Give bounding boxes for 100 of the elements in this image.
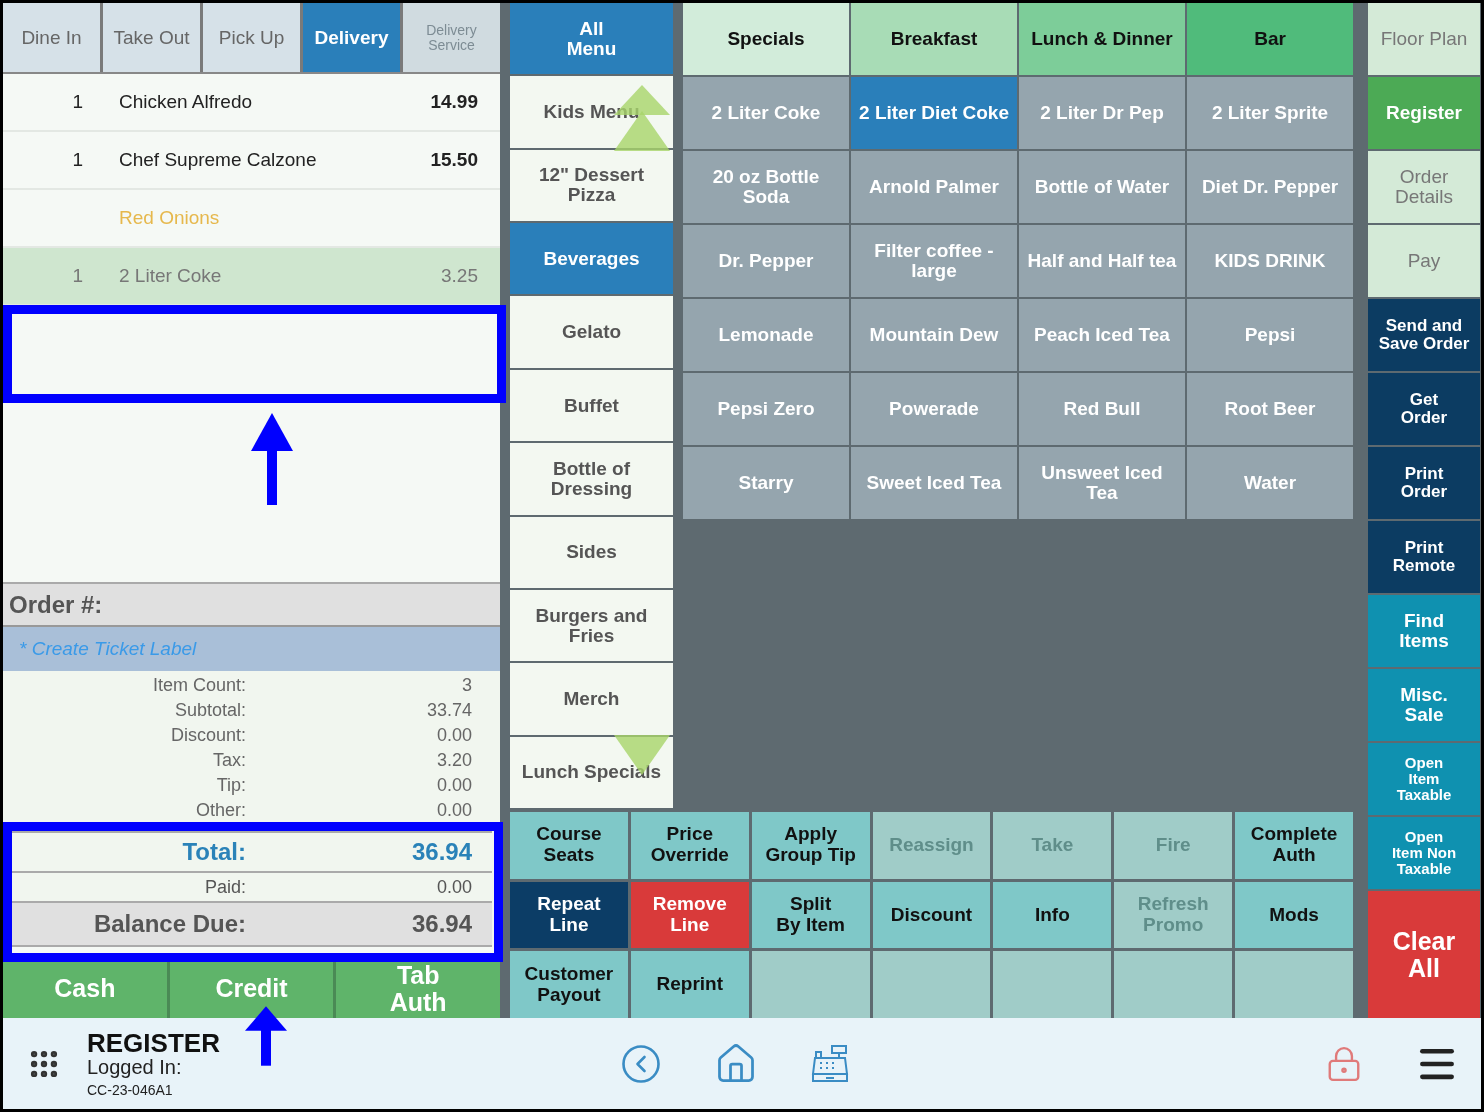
category-button[interactable]: Sides xyxy=(510,516,673,588)
menu-tab[interactable]: Bar xyxy=(1187,3,1353,75)
menu-item-button[interactable]: Peach Iced Tea xyxy=(1019,299,1185,371)
category-button[interactable]: Merch xyxy=(510,663,673,735)
line-price: 15.50 xyxy=(430,149,478,171)
side-button[interactable]: Print Order xyxy=(1368,447,1480,519)
menu-item-button[interactable]: 2 Liter Coke xyxy=(683,77,849,149)
menu-item-button[interactable]: Half and Half tea xyxy=(1019,225,1185,297)
total-label: Total: xyxy=(181,838,246,866)
side-button[interactable]: Open Item Non Taxable xyxy=(1368,817,1480,889)
station-id: CC-23-046A1 xyxy=(87,1081,174,1098)
pointer-arrow xyxy=(243,1005,289,1067)
menu-item-button[interactable]: 20 oz Bottle Soda xyxy=(683,151,849,223)
menu-item-button[interactable]: Pepsi xyxy=(1187,299,1353,371)
menu-item-button[interactable]: Sweet Iced Tea xyxy=(851,447,1017,519)
menu-tab[interactable]: Breakfast xyxy=(851,3,1017,75)
order-type-tab[interactable]: Delivery xyxy=(303,3,403,72)
order-type-tab[interactable]: Take Out xyxy=(103,3,203,72)
item-name: 2 Liter Coke xyxy=(119,265,223,287)
menu-item-button[interactable]: Powerade xyxy=(851,373,1017,445)
cash-register-icon[interactable] xyxy=(809,1043,850,1084)
action-button[interactable]: Course Seats xyxy=(510,812,628,879)
menu-item-button[interactable]: Root Beer xyxy=(1187,373,1353,445)
modifier-name: Red Onions xyxy=(119,207,221,229)
total-value: 36.94 xyxy=(410,838,472,866)
line-quantity: 1 xyxy=(71,149,83,171)
summary-value: 3 xyxy=(461,675,472,696)
action-button[interactable]: Price Override xyxy=(630,812,749,879)
back-icon[interactable] xyxy=(619,1042,662,1085)
nav-tab[interactable]: Pay xyxy=(1368,225,1480,297)
category-button[interactable]: Burgers and Fries xyxy=(510,589,673,662)
menu-item-button[interactable]: Unsweet Iced Tea xyxy=(1019,447,1185,519)
action-button[interactable]: Info xyxy=(993,881,1112,949)
side-button[interactable]: Send and Save Order xyxy=(1368,299,1480,371)
nav-tab[interactable]: Floor Plan xyxy=(1368,3,1480,75)
line-quantity: 1 xyxy=(71,265,83,287)
menu-item-button[interactable]: Starry xyxy=(683,447,849,519)
action-button[interactable]: Apply Group Tip xyxy=(751,812,870,879)
action-button[interactable]: Split By Item xyxy=(751,881,870,949)
line-price: 3.25 xyxy=(441,265,478,287)
total-value: 36.94 xyxy=(410,910,472,938)
summary-value: 3.20 xyxy=(435,750,472,771)
action-button[interactable]: Repeat Line xyxy=(510,881,628,949)
menu-item-button[interactable]: Filter coffee - large xyxy=(851,225,1017,297)
category-button[interactable]: Gelato xyxy=(510,296,673,368)
action-button[interactable]: Reprint xyxy=(630,951,749,1018)
action-button[interactable]: Complete Auth xyxy=(1235,812,1353,879)
menu-item-button[interactable]: 2 Liter Diet Coke xyxy=(851,77,1017,149)
summary-label: Item Count: xyxy=(151,675,246,696)
menu-item-button[interactable]: Diet Dr. Pepper xyxy=(1187,151,1353,223)
side-button[interactable]: Open Item Taxable xyxy=(1368,743,1480,815)
side-button[interactable]: Misc. Sale xyxy=(1368,669,1480,741)
line-price: 14.99 xyxy=(430,91,478,113)
order-type-tab[interactable]: Pick Up xyxy=(203,3,303,72)
menu-tab[interactable]: Specials xyxy=(683,3,849,75)
summary-value: 33.74 xyxy=(425,700,472,721)
side-button[interactable]: Get Order xyxy=(1368,373,1480,445)
total-label: Balance Due: xyxy=(92,910,246,938)
summary-value: 0.00 xyxy=(435,800,472,821)
menu-item-button[interactable]: Mountain Dew xyxy=(851,299,1017,371)
category-button[interactable]: Buffet xyxy=(510,369,673,442)
order-number: Order #: xyxy=(3,582,500,627)
menu-tab[interactable]: Lunch & Dinner xyxy=(1019,3,1185,75)
action-button[interactable]: Customer Payout xyxy=(510,951,628,1018)
order-type-tab[interactable]: Dine In xyxy=(3,3,103,72)
side-button[interactable]: Clear All xyxy=(1368,891,1480,1018)
summary-label: Other: xyxy=(194,800,246,821)
action-button[interactable]: Remove Line xyxy=(630,881,749,949)
summary-label: Subtotal: xyxy=(173,700,246,721)
category-button[interactable]: Beverages xyxy=(510,223,673,295)
summary-label: Tax: xyxy=(212,750,246,771)
summary-label: Discount: xyxy=(169,725,246,746)
nav-tab[interactable]: Order Details xyxy=(1368,151,1480,223)
menu-item-button[interactable]: KIDS DRINK xyxy=(1187,225,1353,297)
side-button[interactable]: Print Remote xyxy=(1368,521,1480,593)
total-label: Paid: xyxy=(203,876,246,898)
category-button[interactable]: Bottle of Dressing xyxy=(510,443,673,515)
action-button[interactable]: Discount xyxy=(872,881,991,949)
line-quantity: 1 xyxy=(71,91,83,113)
nav-tab[interactable]: Register xyxy=(1368,77,1480,149)
category-button[interactable]: 12" Dessert Pizza xyxy=(510,149,673,222)
summary-value: 0.00 xyxy=(435,725,472,746)
category-button[interactable]: Lunch Specials xyxy=(510,736,673,808)
screen-title: REGISTER xyxy=(87,1029,220,1056)
category-button[interactable]: All Menu xyxy=(510,3,673,75)
action-button[interactable]: Mods xyxy=(1235,881,1353,949)
summary-value: 0.00 xyxy=(435,775,472,796)
menu-item-button[interactable]: Water xyxy=(1187,447,1353,519)
menu-item-button[interactable]: 2 Liter Sprite xyxy=(1187,77,1353,149)
item-name: Chef Supreme Calzone xyxy=(119,149,318,171)
logged-in-label: Logged In: xyxy=(87,1055,183,1078)
side-button[interactable]: Find Items xyxy=(1368,595,1480,667)
menu-item-button[interactable]: Arnold Palmer xyxy=(851,151,1017,223)
menu-item-button[interactable]: Lemonade xyxy=(683,299,849,371)
menu-item-button[interactable]: Bottle of Water xyxy=(1019,151,1185,223)
menu-item-button[interactable]: Red Bull xyxy=(1019,373,1185,445)
total-value: 0.00 xyxy=(435,876,472,898)
menu-item-button[interactable]: 2 Liter Dr Pep xyxy=(1019,77,1185,149)
menu-item-button[interactable]: Pepsi Zero xyxy=(683,373,849,445)
menu-item-button[interactable]: Dr. Pepper xyxy=(683,225,849,297)
